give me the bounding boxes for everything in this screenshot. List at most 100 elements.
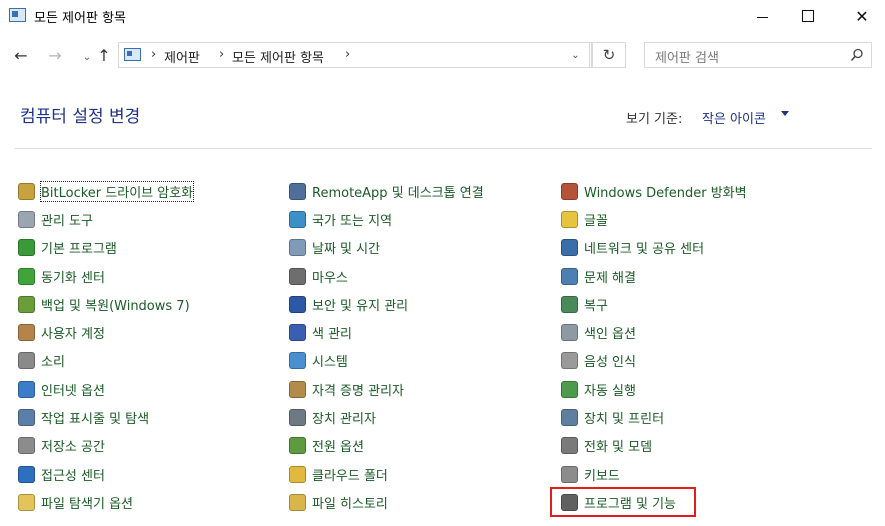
control-panel-item[interactable]: 파일 히스토리 [289,488,484,516]
control-panel-item[interactable]: 자동 실행 [561,375,747,403]
maximize-button[interactable] [785,0,831,32]
control-panel-item[interactable]: BitLocker 드라이브 암호화 [18,177,195,205]
control-panel-item[interactable]: 인터넷 옵션 [18,375,193,403]
control-panel-item-label[interactable]: 클라우드 폴더 [312,465,388,484]
control-panel-item-label[interactable]: 글꼴 [584,210,608,229]
control-panel-item-label[interactable]: 파일 히스토리 [312,493,388,512]
control-panel-item-label[interactable]: 보안 및 유지 관리 [312,295,408,314]
breadcrumb-separator-icon[interactable]: › [151,47,156,62]
search-placeholder[interactable]: 제어판 검색 [655,47,719,66]
control-panel-item[interactable]: 접근성 센터 [18,460,193,488]
control-panel-item[interactable]: 날짜 및 시간 [289,234,484,262]
control-panel-item[interactable]: 장치 및 프린터 [561,403,747,431]
refresh-button[interactable]: ↻ [592,42,626,68]
control-panel-item-label[interactable]: 장치 관리자 [312,408,376,427]
breadcrumb-control-panel[interactable]: 제어판 [164,47,200,66]
control-panel-item-label[interactable]: BitLocker 드라이브 암호화 [39,180,195,202]
control-panel-item-label[interactable]: 전원 옵션 [312,436,364,455]
control-panel-item[interactable]: 클라우드 폴더 [289,460,484,488]
back-arrow-icon: ← [14,45,28,65]
indexing-options-icon [561,324,578,342]
search-icon[interactable] [850,48,864,62]
control-panel-item-label[interactable]: 마우스 [312,267,348,286]
control-panel-item[interactable]: 문제 해결 [561,262,747,290]
control-panel-item[interactable]: 백업 및 복원(Windows 7) [18,290,193,318]
control-panel-item[interactable]: 사용자 계정 [18,318,193,346]
breadcrumb-all-items[interactable]: 모든 제어판 항목 [232,47,324,66]
control-panel-item[interactable]: Windows Defender 방화벽 [561,177,747,205]
window-title: 모든 제어판 항목 [34,11,126,26]
control-panel-item[interactable]: 전원 옵션 [289,432,484,460]
control-panel-item[interactable]: 보안 및 유지 관리 [289,290,484,318]
firewall-icon [561,182,578,200]
control-panel-item-label[interactable]: 음성 인식 [584,351,636,370]
file-explorer-options-icon [18,493,35,511]
control-panel-item-label[interactable]: 관리 도구 [41,210,93,229]
control-panel-item-label[interactable]: 국가 또는 지역 [312,210,392,229]
search-box[interactable]: 제어판 검색 [644,42,872,68]
control-panel-item[interactable]: 음성 인식 [561,347,747,375]
control-panel-item-label[interactable]: 문제 해결 [584,267,636,286]
control-panel-item[interactable]: 시스템 [289,347,484,375]
chevron-down-icon: ⌄ [82,51,92,63]
control-panel-item[interactable]: 색 관리 [289,318,484,346]
control-panel-item-label[interactable]: 사용자 계정 [41,323,105,342]
control-panel-item-label[interactable]: RemoteApp 및 데스크톱 연결 [312,182,484,201]
control-panel-item[interactable]: 키보드 [561,460,747,488]
control-panel-item-label[interactable]: Windows Defender 방화벽 [584,182,747,201]
control-panel-item[interactable]: 기본 프로그램 [18,234,193,262]
forward-button[interactable]: → [44,44,66,66]
control-panel-item-label[interactable]: 전화 및 모뎀 [584,436,652,455]
control-panel-item-label[interactable]: 복구 [584,295,608,314]
control-panel-item[interactable]: 저장소 공간 [18,432,193,460]
control-panel-item[interactable]: 색인 옵션 [561,318,747,346]
control-panel-item-label[interactable]: 동기화 센터 [41,267,105,286]
control-panel-item-label[interactable]: 작업 표시줄 및 탐색 [41,408,149,427]
control-panel-item-label[interactable]: 인터넷 옵션 [41,380,105,399]
address-dropdown-button[interactable]: ⌄ [562,42,590,68]
address-bar[interactable]: › 제어판 › 모든 제어판 항목 › [118,42,592,68]
back-button[interactable]: ← [10,44,32,66]
control-panel-item[interactable]: 장치 관리자 [289,403,484,431]
control-panel-item[interactable]: 글꼴 [561,205,747,233]
view-dropdown-arrow-icon[interactable] [781,111,789,116]
credential-manager-icon [289,380,306,398]
control-panel-item[interactable]: 파일 탐색기 옵션 [18,488,193,516]
control-panel-item-label[interactable]: 백업 및 복원(Windows 7) [41,295,190,314]
control-panel-item[interactable]: 자격 증명 관리자 [289,375,484,403]
control-panel-item-label[interactable]: 소리 [41,351,65,370]
breadcrumb-separator-icon[interactable]: › [345,47,350,62]
view-by-dropdown[interactable]: 작은 아이콘 [702,108,766,127]
close-button[interactable]: ✕ [839,0,885,32]
control-panel-item[interactable]: 소리 [18,347,193,375]
up-button[interactable]: ↑ [93,44,115,66]
control-panel-item-label[interactable]: 키보드 [584,465,620,484]
control-panel-item-label[interactable]: 자동 실행 [584,380,636,399]
title-bar: 모든 제어판 항목 ✕ [0,0,885,32]
storage-spaces-icon [18,437,35,455]
control-panel-item[interactable]: 관리 도구 [18,205,193,233]
control-panel-item-label[interactable]: 날짜 및 시간 [312,238,380,257]
control-panel-item[interactable]: 네트워크 및 공유 센터 [561,234,747,262]
control-panel-item[interactable]: 전화 및 모뎀 [561,432,747,460]
control-panel-item-label[interactable]: 기본 프로그램 [41,238,117,257]
up-arrow-icon: ↑ [97,45,111,65]
control-panel-item-label[interactable]: 색인 옵션 [584,323,636,342]
control-panel-item[interactable]: 국가 또는 지역 [289,205,484,233]
breadcrumb-separator-icon[interactable]: › [219,47,224,62]
control-panel-item-label[interactable]: 접근성 센터 [41,465,105,484]
control-panel-item[interactable]: 마우스 [289,262,484,290]
control-panel-item-label[interactable]: 네트워크 및 공유 센터 [584,238,704,257]
control-panel-item[interactable]: 작업 표시줄 및 탐색 [18,403,193,431]
control-panel-item[interactable]: 복구 [561,290,747,318]
control-panel-item-label[interactable]: 색 관리 [312,323,352,342]
control-panel-item-label[interactable]: 파일 탐색기 옵션 [41,493,133,512]
control-panel-item[interactable]: RemoteApp 및 데스크톱 연결 [289,177,484,205]
control-panel-item-label[interactable]: 자격 증명 관리자 [312,380,404,399]
control-panel-item[interactable]: 동기화 센터 [18,262,193,290]
control-panel-column-3: Windows Defender 방화벽글꼴네트워크 및 공유 센터문제 해결복… [561,177,747,517]
control-panel-item-label[interactable]: 장치 및 프린터 [584,408,664,427]
control-panel-item-label[interactable]: 시스템 [312,351,348,370]
control-panel-item-label[interactable]: 저장소 공간 [41,436,105,455]
minimize-button[interactable] [739,0,785,32]
